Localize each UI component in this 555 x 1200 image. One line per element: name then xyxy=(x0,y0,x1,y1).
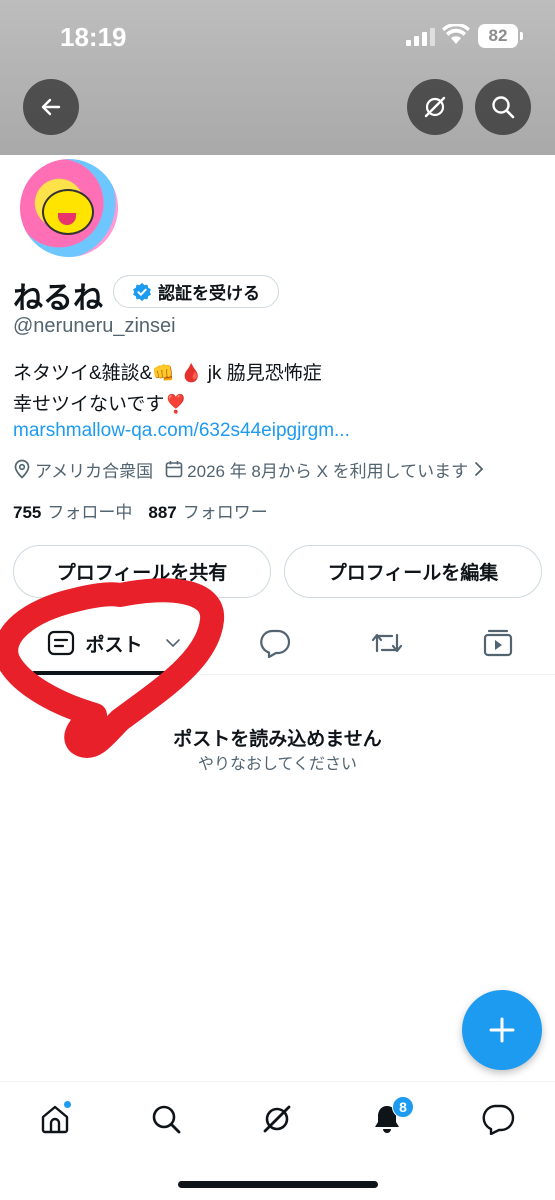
bio-text: 幸せツイないです xyxy=(13,394,165,415)
avatar-mouth xyxy=(58,213,76,225)
grok-button[interactable] xyxy=(407,79,463,135)
repost-icon xyxy=(371,633,403,653)
blood-drop-emoji: 🩸 xyxy=(180,363,203,383)
profile-bio: ネタツイ&雑談&👊 🩸 jk 脇見恐怖症 幸せツイないです❣️ xyxy=(13,358,322,420)
plus-icon xyxy=(489,1017,515,1043)
chevron-down-icon xyxy=(165,639,180,648)
posts-icon xyxy=(48,630,75,656)
profile-link[interactable]: marshmallow-qa.com/632s44eipgjrgm... xyxy=(13,420,350,442)
feed-error-title: ポストを読み込めません xyxy=(173,729,382,750)
profile-meta: アメリカ合衆国 2026 年 8月から X を利用しています xyxy=(13,456,488,482)
bio-line-2: 幸せツイないです❣️ xyxy=(13,389,322,420)
profile-avatar[interactable] xyxy=(16,155,122,261)
bio-text: jk 脇見恐怖症 xyxy=(207,363,322,384)
verified-badge-icon xyxy=(133,282,151,301)
get-verified-button[interactable]: 認証を受ける xyxy=(113,275,279,308)
follow-stats: 755 フォロー中 887 フォロワー xyxy=(13,498,268,523)
bio-line-1: ネタツイ&雑談&👊 🩸 jk 脇見恐怖症 xyxy=(13,358,322,389)
heart-exclamation-emoji: ❣️ xyxy=(164,394,187,414)
nav-search[interactable] xyxy=(141,1094,191,1144)
followers-label: フォロワー xyxy=(182,503,268,522)
feed-retry-link[interactable]: やりなおしてください xyxy=(0,750,555,774)
tab-active-indicator xyxy=(32,671,194,675)
profile-tabs: ポスト xyxy=(0,612,555,675)
edit-profile-button[interactable]: プロフィールを編集 xyxy=(284,545,542,598)
bio-text: ネタツイ&雑談& xyxy=(13,363,153,384)
notification-count-badge: 8 xyxy=(392,1096,414,1118)
following-link[interactable]: 755 フォロー中 xyxy=(13,503,132,522)
nav-home[interactable] xyxy=(30,1094,80,1144)
home-unread-dot xyxy=(63,1100,72,1109)
tab-posts[interactable]: ポスト xyxy=(30,612,198,674)
chevron-right-icon[interactable] xyxy=(474,461,484,477)
tab-posts-label: ポスト xyxy=(85,634,143,656)
followers-link[interactable]: 887 フォロワー xyxy=(148,503,267,522)
tab-replies[interactable] xyxy=(245,612,305,674)
following-count: 755 xyxy=(13,503,42,522)
following-label: フォロー中 xyxy=(47,503,133,522)
compose-post-button[interactable] xyxy=(462,990,542,1070)
back-button[interactable] xyxy=(23,79,79,135)
followers-count: 887 xyxy=(148,503,177,522)
home-indicator[interactable] xyxy=(178,1181,378,1188)
nav-grok[interactable] xyxy=(252,1094,302,1144)
profile-handle: @neruneru_zinsei xyxy=(13,315,176,337)
search-icon xyxy=(152,1105,181,1134)
get-verified-label: 認証を受ける xyxy=(158,284,260,303)
profile-name: ねるね xyxy=(13,282,103,315)
calendar-icon xyxy=(165,460,183,478)
wifi-icon xyxy=(442,24,470,44)
status-bar: 18:19 82 xyxy=(0,0,555,70)
nav-messages[interactable] xyxy=(473,1094,523,1144)
search-button[interactable] xyxy=(475,79,531,135)
nav-notifications[interactable]: 8 xyxy=(362,1094,414,1144)
tab-reposts[interactable] xyxy=(357,612,417,674)
search-icon xyxy=(492,96,515,119)
share-profile-button[interactable]: プロフィールを共有 xyxy=(13,545,271,598)
status-time: 18:19 xyxy=(60,22,127,52)
reply-icon xyxy=(260,629,291,658)
profile-location: アメリカ合衆国 xyxy=(35,461,154,481)
location-pin-icon xyxy=(13,459,31,479)
messages-icon xyxy=(482,1104,515,1135)
back-arrow-icon xyxy=(41,98,61,116)
media-icon xyxy=(483,629,513,657)
grok-icon xyxy=(424,96,446,118)
battery-indicator: 82 xyxy=(478,24,523,48)
tab-media[interactable] xyxy=(468,612,528,674)
profile-joined-date: 2026 年 8月から X を利用しています xyxy=(187,461,469,481)
avatar-character xyxy=(42,189,94,235)
cellular-signal-icon xyxy=(406,28,435,46)
grok-icon xyxy=(263,1105,291,1133)
fist-emoji: 👊 xyxy=(152,363,175,383)
